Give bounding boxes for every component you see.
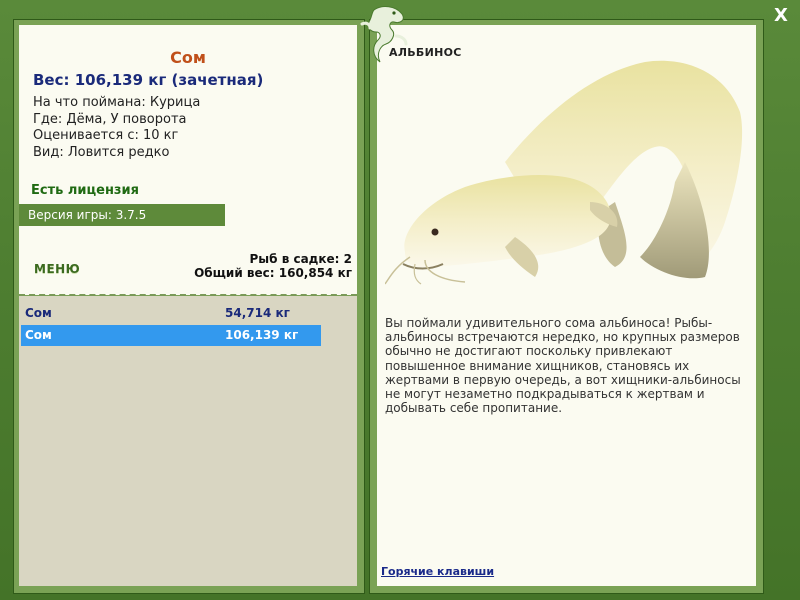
catch-list-item[interactable]: Сом 54,714 кг (21, 303, 321, 324)
version-bar: Версия игры: 3.7.5 (19, 204, 225, 226)
total-weight: Общий вес: 160,854 кг (194, 266, 352, 280)
fish-description: Вы поймали удивительного сома альбиноса!… (385, 316, 741, 416)
location-info: Где: Дёма, У поворота (33, 111, 187, 127)
catch-details: На что поймана: Курица Где: Дёма, У пово… (33, 95, 200, 161)
catch-list-item-selected[interactable]: Сом 106,139 кг (21, 325, 321, 346)
catch-item-name: Сом (25, 328, 52, 342)
fish-count: Рыб в садке: 2 (249, 252, 353, 266)
bait-info: На что поймана: Курица (33, 95, 201, 110)
hotkeys-link[interactable]: Горячие клавиши (381, 565, 494, 578)
dashed-divider (19, 294, 357, 296)
catch-item-name: Сом (25, 306, 52, 320)
fish-weight: Вес: 106,139 кг (зачетная) (33, 71, 264, 89)
min-weight-info: Оценивается с: 10 кг (33, 128, 179, 143)
close-icon: X (774, 5, 788, 26)
catch-item-weight: 106,139 кг (225, 328, 299, 342)
menu-button[interactable]: МЕНЮ (34, 262, 80, 276)
albino-catfish-image (385, 60, 743, 285)
close-button[interactable]: X (770, 4, 792, 28)
license-status: Есть лицензия (31, 183, 139, 198)
keepnet-stats: Рыб в садке: 2 Общий вес: 160,854 кг (194, 252, 352, 280)
catch-item-weight: 54,714 кг (225, 306, 290, 320)
rarity-info: Вид: Ловится редко (33, 144, 170, 160)
fish-name: Сом (170, 48, 206, 67)
